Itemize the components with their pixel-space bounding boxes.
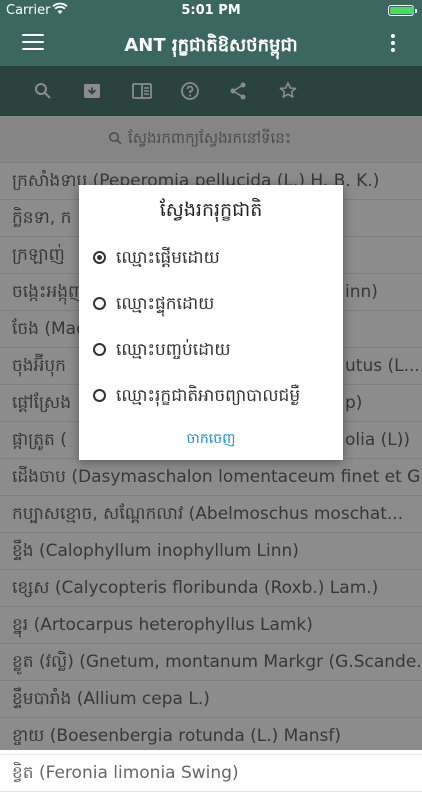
radio-button-icon[interactable]	[93, 297, 106, 310]
status-bar: Carrier 5:01 PM	[0, 0, 422, 22]
option-label: ឈ្មោះបញ្ចប់ដោយ	[116, 340, 231, 360]
app-title: ANT រុក្ខជាតិឱសថកម្ពុជា	[124, 35, 298, 56]
option-starts-with[interactable]: ឈ្មោះផ្ដើមដោយ	[93, 247, 220, 273]
option-treats-disease[interactable]: ឈ្មោះរុក្ខជាតិអាចព្យាបាលជម្ងឺ	[93, 385, 300, 411]
more-options-icon[interactable]	[390, 34, 396, 54]
list-item[interactable]: ខ្វិត (Feronia limonia Swing)	[0, 755, 422, 792]
clock: 5:01 PM	[181, 3, 241, 18]
radio-button-icon[interactable]	[93, 389, 106, 402]
option-ends-with[interactable]: ឈ្មោះបញ្ចប់ដោយ	[93, 339, 231, 365]
option-contains[interactable]: ឈ្មោះផ្ទុកដោយ	[93, 293, 214, 319]
search-type-dialog: ស្វែងរករុក្ខជាតិ ឈ្មោះផ្ដើមដោយ ឈ្មោះផ្ទុ…	[79, 185, 343, 460]
option-label: ឈ្មោះរុក្ខជាតិអាចព្យាបាលជម្ងឺ	[116, 386, 301, 406]
option-label: ឈ្មោះផ្ដើមដោយ	[116, 248, 220, 268]
radio-button-icon[interactable]	[93, 343, 106, 356]
option-label: ឈ្មោះផ្ទុកដោយ	[116, 294, 215, 314]
battery-tip-icon	[415, 9, 417, 13]
battery-icon	[388, 5, 414, 16]
cancel-button[interactable]: ចាកចេញ	[79, 429, 343, 450]
dialog-title: ស្វែងរករុក្ខជាតិ	[159, 199, 263, 221]
app-bar: ANT រុក្ខជាតិឱសថកម្ពុជា	[0, 22, 422, 66]
radio-button-icon[interactable]	[93, 251, 106, 264]
